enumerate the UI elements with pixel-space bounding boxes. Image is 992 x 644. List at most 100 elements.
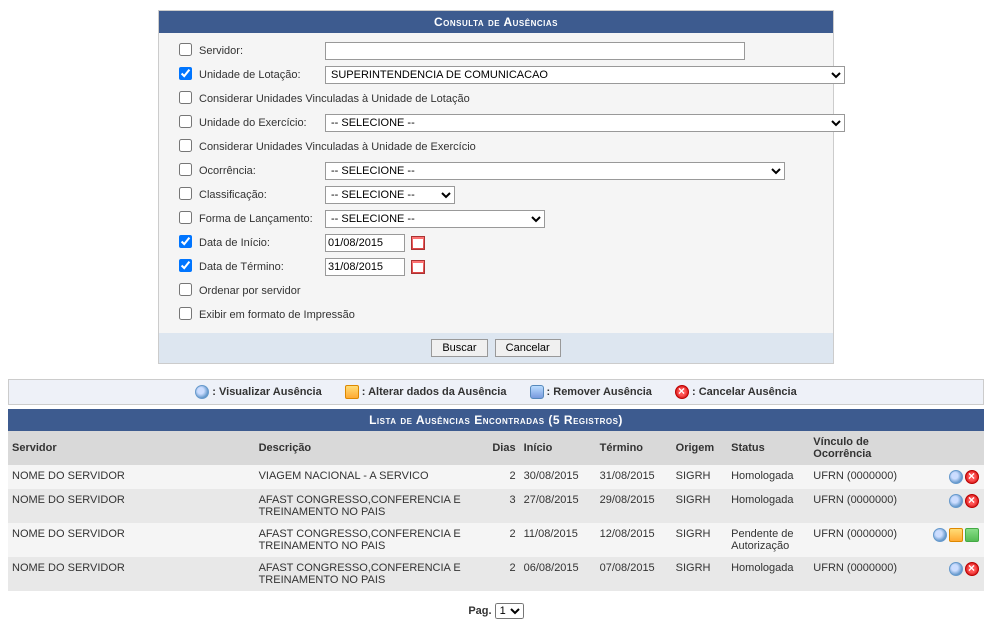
col-inicio: Início [520,431,596,465]
cell-termino: 31/08/2015 [596,465,672,489]
cell-inicio: 06/08/2015 [520,557,596,591]
col-descricao: Descrição [255,431,481,465]
cell-dias: 2 [481,523,520,557]
data-inicio-input[interactable] [325,234,405,252]
unidade-lotacao-checkbox[interactable] [179,67,192,80]
view-icon[interactable] [949,470,963,484]
col-status: Status [727,431,809,465]
col-dias: Dias [481,431,520,465]
col-vinculo: Vínculo de Ocorrência [809,431,912,465]
edit-icon [345,385,359,399]
cell-inicio: 27/08/2015 [520,489,596,523]
pager-label: Pag. [468,605,491,617]
cell-actions [912,489,984,523]
buscar-button[interactable]: Buscar [431,339,487,357]
unidade-exercicio-select[interactable]: -- SELECIONE -- [325,114,845,132]
unidade-exercicio-checkbox[interactable] [179,115,192,128]
cancel-icon[interactable] [965,494,979,508]
unidade-lotacao-label: Unidade de Lotação: [195,69,325,81]
ocorrencia-select[interactable]: -- SELECIONE -- [325,162,785,180]
forma-lancamento-checkbox[interactable] [179,211,192,224]
forma-lancamento-label: Forma de Lançamento: [195,213,325,225]
remove-icon [530,385,544,399]
servidor-checkbox[interactable] [179,43,192,56]
cell-servidor: NOME DO SERVIDOR [8,465,255,489]
view-icon[interactable] [933,528,947,542]
results-table: Servidor Descrição Dias Início Término O… [8,431,984,591]
classificacao-select[interactable]: -- SELECIONE -- [325,186,455,204]
classificacao-label: Classificação: [195,189,325,201]
considerar-lotacao-label: Considerar Unidades Vinculadas à Unidade… [195,93,470,105]
cell-inicio: 11/08/2015 [520,523,596,557]
table-row: NOME DO SERVIDORAFAST CONGRESSO,CONFEREN… [8,557,984,591]
legend-bar: : Visualizar Ausência : Alterar dados da… [8,379,984,405]
cell-descricao: AFAST CONGRESSO,CONFERENCIA E TREINAMENT… [255,523,481,557]
cell-origem: SIGRH [672,489,727,523]
legend-view-label: Visualizar Ausência [219,386,322,398]
cell-vinculo: UFRN (0000000) [809,465,912,489]
cell-origem: SIGRH [672,523,727,557]
cell-vinculo: UFRN (0000000) [809,557,912,591]
forma-lancamento-select[interactable]: -- SELECIONE -- [325,210,545,228]
table-row: NOME DO SERVIDORVIAGEM NACIONAL - A SERV… [8,465,984,489]
cell-dias: 2 [481,465,520,489]
cancel-icon [675,385,689,399]
unidade-exercicio-label: Unidade do Exercício: [195,117,325,129]
view-icon[interactable] [949,562,963,576]
considerar-exercicio-label: Considerar Unidades Vinculadas à Unidade… [195,141,476,153]
calendar-icon[interactable] [411,260,425,274]
cell-status: Homologada [727,557,809,591]
cell-dias: 2 [481,557,520,591]
data-termino-checkbox[interactable] [179,259,192,272]
cell-actions [912,557,984,591]
cancelar-button[interactable]: Cancelar [495,339,561,357]
view-icon[interactable] [949,494,963,508]
cell-status: Homologada [727,489,809,523]
cell-vinculo: UFRN (0000000) [809,523,912,557]
servidor-label: Servidor: [195,45,325,57]
classificacao-checkbox[interactable] [179,187,192,200]
legend-cancel-label: Cancelar Ausência [699,386,797,398]
table-row: NOME DO SERVIDORAFAST CONGRESSO,CONFEREN… [8,489,984,523]
cell-servidor: NOME DO SERVIDOR [8,557,255,591]
ordenar-servidor-checkbox[interactable] [179,283,192,296]
cancel-icon[interactable] [965,562,979,576]
view-icon [195,385,209,399]
col-origem: Origem [672,431,727,465]
table-row: NOME DO SERVIDORAFAST CONGRESSO,CONFEREN… [8,523,984,557]
servidor-input[interactable] [325,42,745,60]
calendar-icon[interactable] [411,236,425,250]
pager-select[interactable]: 1 [495,603,524,619]
cell-dias: 3 [481,489,520,523]
cell-actions [912,523,984,557]
exibir-impressao-label: Exibir em formato de Impressão [195,309,355,321]
cell-servidor: NOME DO SERVIDOR [8,489,255,523]
pager: Pag. 1 [8,603,984,619]
data-inicio-checkbox[interactable] [179,235,192,248]
cell-origem: SIGRH [672,465,727,489]
data-termino-input[interactable] [325,258,405,276]
cell-vinculo: UFRN (0000000) [809,489,912,523]
legend-edit-label: Alterar dados da Ausência [368,386,506,398]
ocorrencia-checkbox[interactable] [179,163,192,176]
cell-status: Pendente de Autorização [727,523,809,557]
cell-termino: 07/08/2015 [596,557,672,591]
col-servidor: Servidor [8,431,255,465]
col-termino: Término [596,431,672,465]
unidade-lotacao-select[interactable]: SUPERINTENDENCIA DE COMUNICACAO [325,66,845,84]
edit-icon[interactable] [949,528,963,542]
cell-status: Homologada [727,465,809,489]
cell-descricao: AFAST CONGRESSO,CONFERENCIA E TREINAMENT… [255,489,481,523]
exibir-impressao-checkbox[interactable] [179,307,192,320]
cell-descricao: VIAGEM NACIONAL - A SERVICO [255,465,481,489]
cell-descricao: AFAST CONGRESSO,CONFERENCIA E TREINAMENT… [255,557,481,591]
results-title: Lista de Ausências Encontradas (5 Regist… [8,409,984,431]
cell-servidor: NOME DO SERVIDOR [8,523,255,557]
trash-icon[interactable] [965,528,979,542]
cancel-icon[interactable] [965,470,979,484]
data-termino-label: Data de Término: [195,261,325,273]
cell-termino: 12/08/2015 [596,523,672,557]
considerar-lotacao-checkbox[interactable] [179,91,192,104]
form-title: Consulta de Ausências [159,11,833,33]
considerar-exercicio-checkbox[interactable] [179,139,192,152]
